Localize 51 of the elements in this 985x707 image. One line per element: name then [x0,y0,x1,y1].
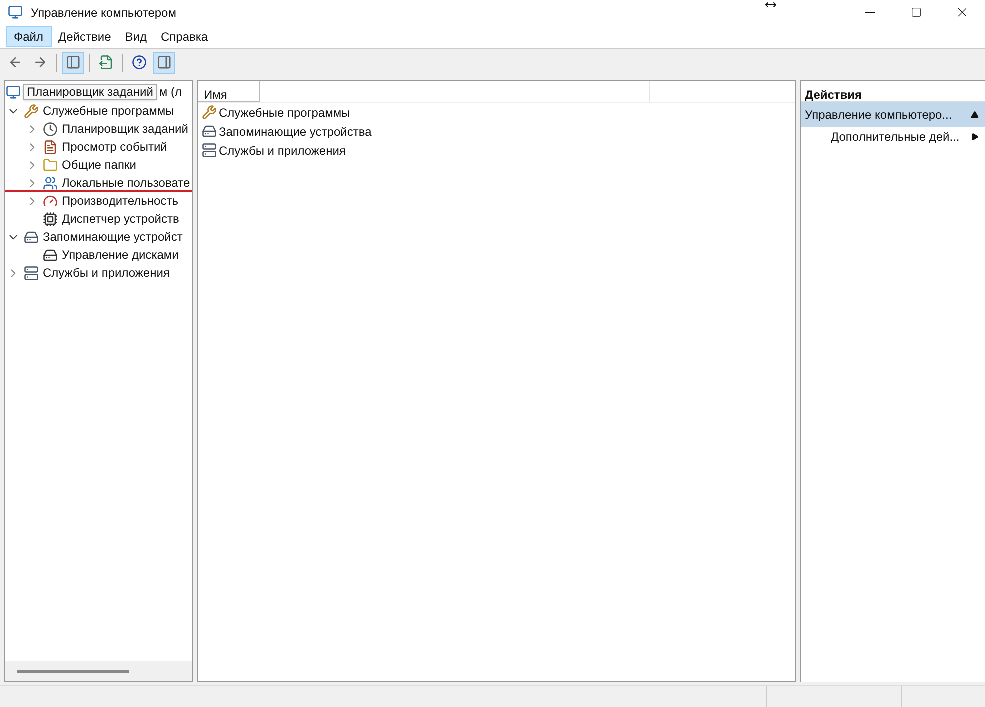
help-icon [132,55,146,70]
menu-item[interactable]: Действие [52,26,118,47]
arrow-right-icon [32,55,48,70]
menu-item[interactable]: Справка [154,26,216,47]
server-icon [202,143,217,158]
users-icon [43,176,58,190]
window-title: Управление компьютером [31,4,176,22]
tree-item[interactable]: Общие папки [62,158,136,172]
tree-item[interactable]: Запоминающие устройст [43,230,183,244]
tree-item[interactable]: Просмотр событий [62,140,168,154]
minimize-icon [865,12,875,13]
tree-item[interactable]: Планировщик заданий [62,122,188,136]
folder-icon [43,158,58,172]
drive-icon [24,230,39,244]
panel-icon [156,55,172,70]
clock-icon [43,122,58,136]
menu-item[interactable]: Вид [118,26,154,47]
collapse-icon [971,110,979,118]
actions-group[interactable]: Управление компьютеро... [801,102,985,127]
column-header[interactable]: Имя [198,81,260,102]
tree-item[interactable]: Управление дисками [62,248,179,262]
maximize-icon [910,7,922,18]
document-icon [43,140,58,154]
resize-icon [765,0,777,10]
tree-item[interactable]: Производительность [62,194,178,208]
tooltip: Планировщик заданий [23,84,158,100]
tree-item[interactable]: Локальные пользовате [62,176,190,190]
tree-toggle-button[interactable] [62,52,84,74]
drive-icon [43,248,58,262]
wrench-icon [202,105,217,120]
wrench-icon [24,104,39,118]
export-icon [98,55,114,70]
gauge-icon [43,194,58,208]
submenu-arrow-icon [971,133,979,141]
chip-icon [43,212,58,226]
list-item[interactable]: Служебные программы [219,104,350,122]
action-item[interactable]: Дополнительные дей... [801,127,985,147]
tree-item[interactable]: Диспетчер устройств [62,212,180,226]
action-pane-button[interactable] [153,52,175,74]
menu-item[interactable]: Файл [6,26,52,47]
panel-icon [66,55,80,70]
computer-icon [6,84,21,100]
list-item[interactable]: Запоминающие устройства [219,122,372,140]
scrollbar[interactable] [5,661,192,681]
tree-item[interactable]: Служебные программы [43,104,174,118]
server-icon [24,266,39,280]
tree-item[interactable]: Службы и приложения [43,266,170,280]
list-item[interactable]: Службы и приложения [219,142,346,160]
tree-item[interactable]: м (л [159,85,182,99]
app-icon [8,5,23,20]
drive-icon [202,124,217,139]
